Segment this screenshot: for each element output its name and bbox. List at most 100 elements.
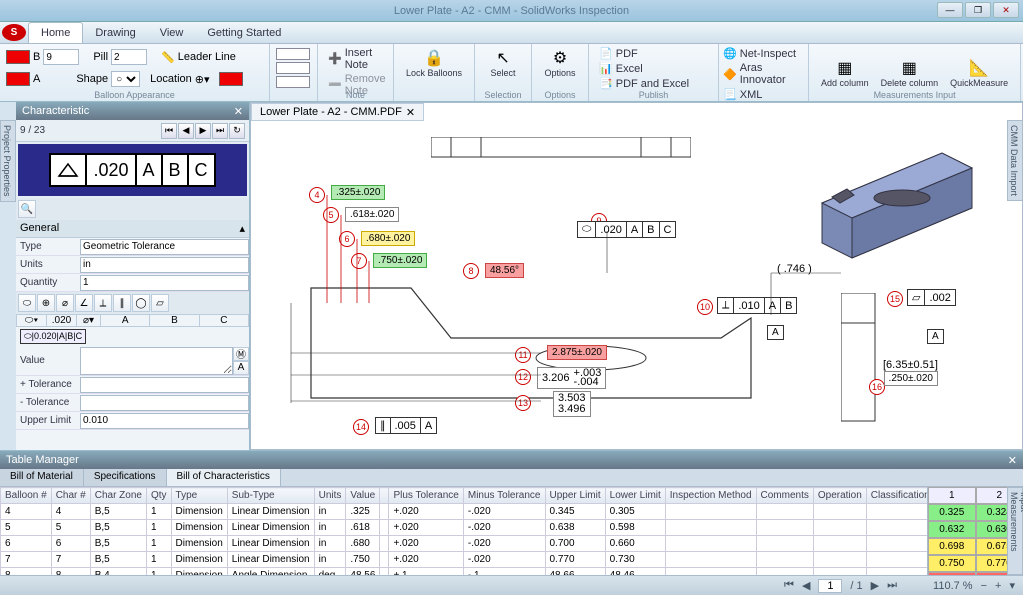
- tab-home[interactable]: Home: [28, 22, 83, 43]
- select-button[interactable]: ↖ Select: [481, 46, 525, 80]
- table-header[interactable]: Sub-Type: [227, 488, 314, 504]
- drawing-viewport[interactable]: Lower Plate - A2 - CMM.PDF✕ 4 5 6: [250, 102, 1023, 450]
- page-nav-next[interactable]: ▶: [871, 579, 879, 592]
- dim-6[interactable]: .680±.020: [361, 231, 415, 246]
- zoom-out[interactable]: −: [981, 580, 987, 592]
- gtol-10[interactable]: ⟂.010AB: [717, 297, 797, 314]
- balloon-5[interactable]: 5: [323, 207, 339, 223]
- location-icon[interactable]: ⊕▾: [195, 73, 210, 86]
- zoom-tool[interactable]: 🔍: [18, 200, 36, 218]
- table-row[interactable]: 77B,51DimensionLinear Dimensionin.750+.0…: [1, 552, 928, 568]
- gtol-a-cell[interactable]: A: [101, 315, 150, 326]
- page-nav-last[interactable]: ⏭: [887, 579, 897, 592]
- panel-close-icon[interactable]: ✕: [234, 105, 243, 118]
- gtol-mod-cell[interactable]: ⌀▾: [77, 315, 101, 326]
- publish-netinspect[interactable]: 🌐Net-Inspect: [719, 46, 802, 61]
- insert-note-button[interactable]: ➕Insert Note: [324, 46, 387, 72]
- sym-4[interactable]: ∠: [75, 294, 93, 312]
- tab-view[interactable]: View: [148, 22, 196, 43]
- nav-prev[interactable]: ◀: [178, 123, 194, 139]
- value-btn-2[interactable]: A: [233, 361, 249, 375]
- dim-8[interactable]: 48.56°: [485, 263, 524, 278]
- table-header[interactable]: Upper Limit: [545, 488, 605, 504]
- sym-8[interactable]: ▱: [151, 294, 169, 312]
- balloon-6[interactable]: 6: [339, 231, 355, 247]
- sym-6[interactable]: ∥: [113, 294, 131, 312]
- balloon-4[interactable]: 4: [309, 187, 325, 203]
- plus-tol-input[interactable]: [80, 377, 249, 393]
- table-header[interactable]: Char #: [51, 488, 90, 504]
- tab-bom[interactable]: Bill of Material: [0, 469, 84, 486]
- note-style-1[interactable]: [276, 48, 310, 60]
- general-header[interactable]: General▴: [16, 220, 249, 238]
- side-tab-cmm-import[interactable]: CMM Data Import: [1007, 120, 1023, 201]
- nav-last[interactable]: ⏭: [212, 123, 228, 139]
- page-input[interactable]: [818, 579, 842, 593]
- balloon-15[interactable]: 15: [887, 291, 903, 307]
- gtol-9[interactable]: ⬭.020ABC: [577, 221, 676, 238]
- sym-2[interactable]: ⊕: [37, 294, 55, 312]
- input-b[interactable]: [43, 49, 79, 65]
- table-header[interactable]: Units: [314, 488, 346, 504]
- tab-specs[interactable]: Specifications: [84, 469, 167, 486]
- zoom-in[interactable]: +: [995, 580, 1001, 592]
- gtol-b-cell[interactable]: B: [150, 315, 199, 326]
- balloon-7[interactable]: 7: [351, 253, 367, 269]
- balloon-10[interactable]: 10: [697, 299, 713, 315]
- table-header[interactable]: [380, 488, 389, 504]
- dim-7[interactable]: .750±.020: [373, 253, 427, 268]
- note-style-3[interactable]: [276, 76, 310, 88]
- table-header[interactable]: Qty: [146, 488, 171, 504]
- leader-line-button[interactable]: Leader Line: [178, 51, 236, 63]
- table-header[interactable]: Inspection Method: [665, 488, 756, 504]
- publish-pdf[interactable]: 📄PDF: [595, 46, 712, 61]
- app-logo[interactable]: S: [2, 24, 26, 41]
- value-textarea[interactable]: [80, 347, 233, 375]
- results-side-label[interactable]: Measurements Input: [1007, 487, 1023, 575]
- document-tab[interactable]: Lower Plate - A2 - CMM.PDF✕: [251, 103, 424, 121]
- table-header[interactable]: Balloon #: [1, 488, 52, 504]
- tab-close-icon[interactable]: ✕: [406, 106, 415, 119]
- units-input[interactable]: [80, 257, 249, 273]
- gtol-c-cell[interactable]: C: [200, 315, 248, 326]
- color-swatch-a[interactable]: [6, 72, 30, 86]
- nav-refresh[interactable]: ↻: [229, 123, 245, 139]
- characteristics-table[interactable]: Balloon #Char #Char ZoneQtyTypeSub-TypeU…: [0, 487, 927, 575]
- close-button[interactable]: ✕: [993, 2, 1019, 18]
- nav-next[interactable]: ▶: [195, 123, 211, 139]
- upper-limit-input[interactable]: [80, 413, 249, 429]
- tm-close-icon[interactable]: ✕: [1008, 454, 1017, 467]
- publish-xml[interactable]: 📃XML: [719, 87, 802, 102]
- page-nav-first[interactable]: ⏮: [784, 579, 794, 592]
- table-header[interactable]: Classification: [866, 488, 927, 504]
- table-header[interactable]: Operation: [813, 488, 866, 504]
- tab-getting-started[interactable]: Getting Started: [195, 22, 293, 43]
- balloon-8[interactable]: 8: [463, 263, 479, 279]
- sym-7[interactable]: ◯: [132, 294, 150, 312]
- type-input[interactable]: [80, 239, 249, 255]
- maximize-button[interactable]: ❐: [965, 2, 991, 18]
- balloon-12[interactable]: 12: [515, 369, 531, 385]
- gtol-val-cell[interactable]: .020: [47, 315, 77, 326]
- minimize-button[interactable]: —: [937, 2, 963, 18]
- zoom-dropdown-icon[interactable]: ▾: [1009, 579, 1015, 592]
- color-swatch-loc[interactable]: [219, 72, 243, 86]
- tab-drawing[interactable]: Drawing: [83, 22, 147, 43]
- balloon-14[interactable]: 14: [353, 419, 369, 435]
- balloon-11[interactable]: 11: [515, 347, 531, 363]
- table-header[interactable]: Lower Limit: [605, 488, 665, 504]
- gtol-sym-cell[interactable]: ⬭▾: [17, 315, 47, 326]
- color-swatch-b[interactable]: [6, 50, 30, 64]
- table-row[interactable]: 88B,41DimensionAngle Dimensiondeg48.56+.…: [1, 568, 928, 576]
- minus-tol-input[interactable]: [80, 395, 249, 411]
- tab-boc[interactable]: Bill of Characteristics: [167, 469, 281, 486]
- page-nav-prev[interactable]: ◀: [802, 579, 810, 592]
- gtol-14[interactable]: ∥.005A: [375, 417, 437, 434]
- publish-aras[interactable]: 🔶Aras Innovator: [719, 61, 802, 87]
- sym-3[interactable]: ⌀: [56, 294, 74, 312]
- table-header[interactable]: Minus Tolerance: [463, 488, 545, 504]
- shape-select[interactable]: ○: [111, 71, 140, 87]
- table-header[interactable]: Value: [346, 488, 380, 504]
- table-header[interactable]: Type: [171, 488, 227, 504]
- dim-4[interactable]: .325±.020: [331, 185, 385, 200]
